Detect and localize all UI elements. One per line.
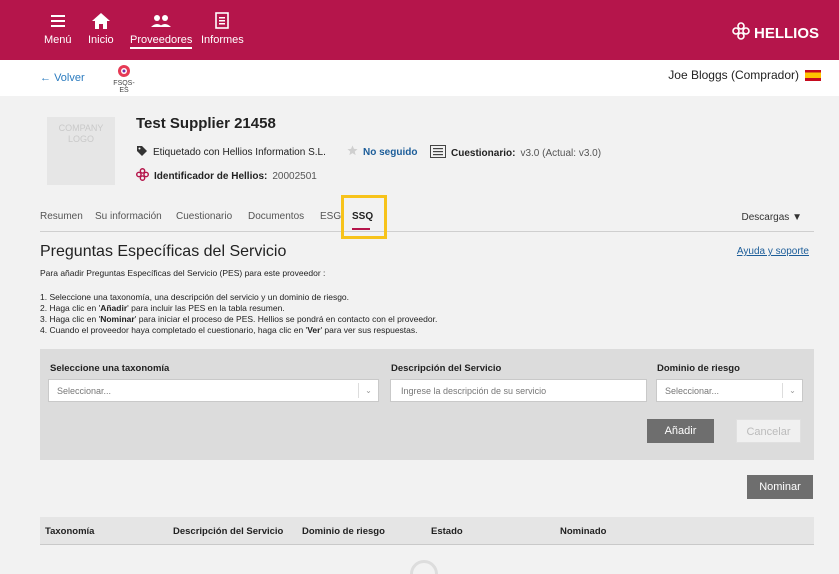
nav-menu-label: Menú — [44, 34, 72, 46]
loading-spinner — [410, 560, 438, 574]
questionnaire-info: Cuestionario: v3.0 (Actual: v3.0) — [430, 145, 601, 161]
supplier-tag: Etiquetado con Hellios Information S.L. — [153, 147, 326, 158]
th-nominated[interactable]: Nominado — [560, 526, 606, 537]
section-intro: Para añadir Preguntas Específicas del Se… — [40, 268, 326, 278]
description-label: Descripción del Servicio — [391, 363, 502, 374]
step-4-bold: Ver — [307, 325, 321, 335]
step-2-post: ' para incluir las PES en la tabla resum… — [127, 303, 285, 313]
nav-reports-label: Informes — [201, 34, 244, 46]
add-button[interactable]: Añadir — [647, 419, 714, 443]
arrow-left-icon: ← — [40, 72, 55, 84]
risk-domain-placeholder: Seleccionar... — [665, 386, 720, 396]
tab-documentos[interactable]: Documentos — [248, 211, 304, 222]
users-icon — [130, 12, 192, 32]
menu-icon — [44, 12, 72, 32]
supplier-tag-row: Etiquetado con Hellios Information S.L. — [136, 145, 326, 160]
user-name: Joe Bloggs (Comprador) — [668, 68, 799, 82]
step-2-bold: Añadir — [100, 303, 128, 313]
cancel-button[interactable]: Cancelar — [736, 419, 801, 443]
th-taxonomy[interactable]: Taxonomía — [45, 526, 94, 537]
tab-su-informacion[interactable]: Su información — [95, 211, 162, 222]
questionnaire-icon — [430, 145, 446, 161]
section-title: Preguntas Específicas del Servicio — [40, 243, 287, 260]
tab-cuestionario[interactable]: Cuestionario — [176, 211, 232, 222]
th-risk-domain[interactable]: Dominio de riesgo — [302, 526, 385, 537]
help-support-link[interactable]: Ayuda y soporte — [737, 246, 809, 257]
spain-flag-icon — [805, 69, 821, 81]
nav-reports[interactable]: Informes — [201, 12, 244, 46]
fsqs-logo-icon — [116, 65, 132, 80]
step-1-text: 1. Seleccione una taxonomía, una descrip… — [40, 292, 350, 302]
follow-toggle[interactable]: No seguido — [347, 145, 417, 159]
taxonomy-select[interactable]: Seleccionar... ⌄ — [48, 379, 379, 402]
tag-icon — [136, 145, 148, 160]
brand-name: HELLIOS — [753, 24, 819, 42]
step-2: 2. Haga clic en 'Añadir' para incluir la… — [40, 303, 437, 314]
top-navigation: Menú Inicio Proveedores Informes HELLIOS — [0, 0, 839, 60]
nav-home[interactable]: Inicio — [88, 12, 114, 46]
sub-header: ← Volver FSQS-ES Joe Bloggs (Comprador) — [0, 60, 839, 96]
fsqs-badge: FSQS-ES — [109, 64, 139, 94]
description-input[interactable]: Ingrese la descripción de su servicio — [390, 379, 647, 402]
questionnaire-label: Cuestionario: — [451, 147, 516, 159]
hellios-id-row: Identificador de Hellios: 20002501 — [136, 168, 317, 184]
company-logo-placeholder: COMPANY LOGO — [47, 117, 115, 185]
back-label: Volver — [54, 72, 85, 84]
downloads-dropdown[interactable]: Descargas ▼ — [742, 212, 803, 223]
brand-logo: HELLIOS — [732, 22, 819, 44]
ssq-table-header: Taxonomía Descripción del Servicio Domin… — [40, 517, 814, 545]
step-3-bold: Nominar — [100, 314, 135, 324]
step-3-post: ' para iniciar el proceso de PES. Hellio… — [134, 314, 438, 324]
step-3-pre: 3. Haga clic en ' — [40, 314, 101, 324]
hellios-id-label: Identificador de Hellios: — [154, 170, 268, 182]
instruction-steps: 1. Seleccione una taxonomía, una descrip… — [40, 292, 437, 336]
step-3: 3. Haga clic en 'Nominar' para iniciar e… — [40, 314, 437, 325]
chevron-down-icon: ⌄ — [782, 383, 802, 398]
th-description[interactable]: Descripción del Servicio — [173, 526, 283, 537]
home-icon — [88, 12, 114, 32]
tab-resumen[interactable]: Resumen — [40, 211, 83, 222]
nav-suppliers[interactable]: Proveedores — [130, 12, 193, 49]
chevron-down-icon: ⌄ — [358, 383, 378, 398]
downloads-label: Descargas — [741, 212, 790, 223]
step-4-pre: 4. Cuando el proveedor haya completado e… — [40, 325, 308, 335]
tab-esg[interactable]: ESG — [320, 211, 341, 222]
tab-bar: Resumen Su información Cuestionario Docu… — [40, 208, 814, 232]
risk-domain-select[interactable]: Seleccionar... ⌄ — [656, 379, 803, 402]
company-logo-text: COMPANY LOGO — [58, 123, 104, 144]
questionnaire-value: v3.0 (Actual: v3.0) — [520, 147, 602, 159]
user-info[interactable]: Joe Bloggs (Comprador) — [668, 68, 821, 82]
nav-suppliers-label: Proveedores — [130, 34, 193, 49]
th-status[interactable]: Estado — [431, 526, 463, 537]
ssq-form-panel: Seleccione una taxonomía Seleccionar... … — [40, 349, 814, 460]
fsqs-label: FSQS-ES — [113, 80, 135, 94]
risk-domain-label: Dominio de riesgo — [657, 363, 740, 374]
nominate-button[interactable]: Nominar — [747, 475, 813, 499]
nav-home-label: Inicio — [88, 34, 114, 46]
step-2-pre: 2. Haga clic en ' — [40, 303, 101, 313]
taxonomy-label: Seleccione una taxonomía — [50, 363, 170, 374]
hellios-id-icon — [136, 168, 149, 184]
follow-label: No seguido — [363, 146, 418, 158]
step-1: 1. Seleccione una taxonomía, una descrip… — [40, 292, 437, 303]
back-link[interactable]: ← Volver — [40, 72, 85, 84]
supplier-name: Test Supplier 21458 — [136, 115, 276, 132]
hellios-logo-icon — [732, 22, 750, 44]
ssq-tab-highlight — [341, 195, 387, 239]
taxonomy-placeholder: Seleccionar... — [57, 386, 112, 396]
step-4: 4. Cuando el proveedor haya completado e… — [40, 325, 437, 336]
nav-menu[interactable]: Menú — [44, 12, 72, 46]
step-4-post: ' para ver sus respuestas. — [320, 325, 418, 335]
description-placeholder: Ingrese la descripción de su servicio — [401, 386, 547, 396]
chevron-down-icon: ▼ — [792, 212, 802, 223]
star-icon — [347, 145, 358, 159]
hellios-id-value: 20002501 — [272, 170, 317, 182]
report-icon — [201, 12, 244, 32]
